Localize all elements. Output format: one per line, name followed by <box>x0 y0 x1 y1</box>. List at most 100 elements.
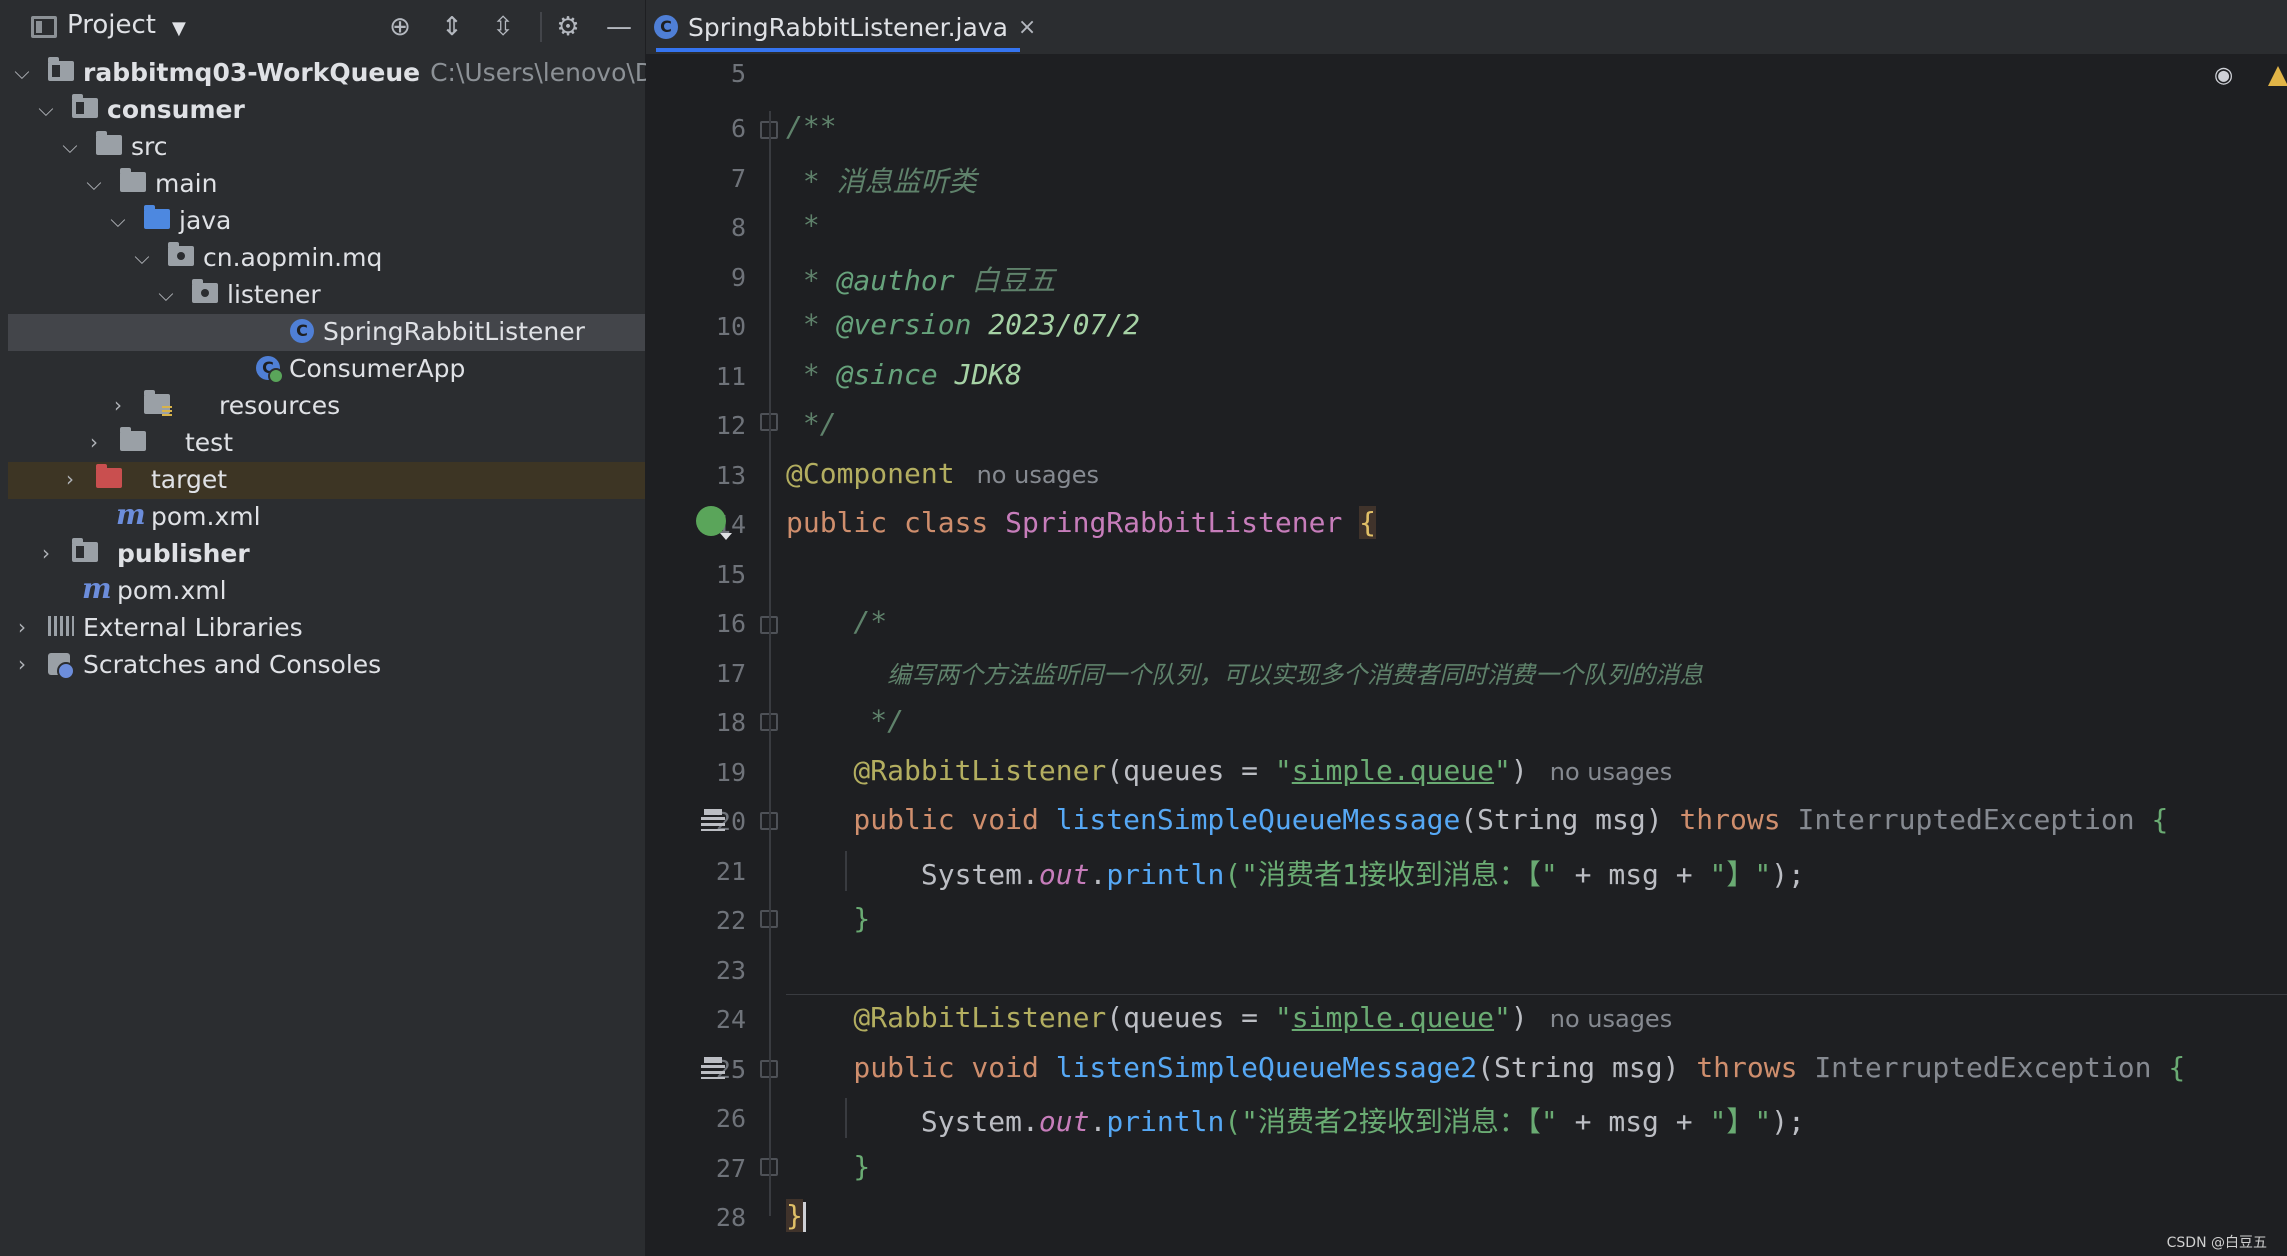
line-number[interactable]: 21 <box>646 857 746 886</box>
chevron-down-icon[interactable]: ⌵ <box>34 94 58 124</box>
line-number[interactable]: 11 <box>646 362 746 391</box>
tree-item-main[interactable]: ⌵ main <box>8 166 645 203</box>
text-cursor <box>802 1202 806 1232</box>
chevron-right-icon[interactable]: › <box>10 612 34 642</box>
code-line-7: * 消息监听类 <box>786 165 977 198</box>
line-number[interactable]: 6 <box>646 114 746 143</box>
line-number[interactable]: 23 <box>646 956 746 985</box>
line-number[interactable]: 16 <box>646 609 746 638</box>
editor-tabbar: C SpringRabbitListener.java × <box>646 0 2287 55</box>
tree-item-label: src <box>131 132 168 161</box>
line-number[interactable]: 22 <box>646 906 746 935</box>
locate-icon[interactable]: ⊕ <box>383 10 417 44</box>
chevron-down-icon[interactable]: ⌵ <box>106 205 130 235</box>
code-line-24: @RabbitListener(queues = "simple.queue")… <box>786 1001 1673 1034</box>
line-number[interactable]: 26 <box>646 1104 746 1133</box>
chevron-right-icon[interactable]: › <box>106 390 130 420</box>
line-number[interactable]: 7 <box>646 164 746 193</box>
tree-item-pom-root[interactable]: m pom.xml <box>8 573 645 610</box>
project-panel-header: Project ▼ ⊕ ⇕ ⇳ ⚙ — <box>0 0 645 54</box>
usage-hint[interactable]: no usages <box>977 461 1099 489</box>
queue-link[interactable]: simple.queue <box>1292 754 1494 787</box>
line-number[interactable]: 28 <box>646 1203 746 1232</box>
tree-item-label: rabbitmq03-WorkQueue <box>83 58 421 87</box>
rabbit-listener-icon[interactable] <box>701 1057 725 1081</box>
chevron-down-icon[interactable]: ▼ <box>172 18 186 39</box>
line-number[interactable]: 20 <box>646 807 746 836</box>
chevron-down-icon[interactable]: ⌵ <box>58 131 82 161</box>
tree-item-test[interactable]: › test <box>8 425 645 462</box>
usage-hint[interactable]: no usages <box>1550 758 1672 786</box>
line-number[interactable]: 9 <box>646 263 746 292</box>
tree-item-java[interactable]: ⌵ java <box>8 203 645 240</box>
warning-icon[interactable] <box>2268 66 2287 86</box>
tree-item-src[interactable]: ⌵ src <box>8 129 645 166</box>
chevron-down-icon[interactable]: ⌵ <box>130 242 154 272</box>
line-number[interactable]: 10 <box>646 312 746 341</box>
indent-guide <box>845 851 847 891</box>
panel-title[interactable]: Project <box>67 10 156 40</box>
line-number[interactable]: 15 <box>646 560 746 589</box>
source-folder-icon <box>144 205 170 229</box>
tree-item-external-libraries[interactable]: › External Libraries <box>8 610 645 647</box>
tree-item-spring-rabbit-listener[interactable]: C SpringRabbitListener <box>8 314 645 351</box>
resources-folder-icon <box>144 390 172 418</box>
line-number[interactable]: 12 <box>646 411 746 440</box>
code-line-13: @Component no usages <box>786 457 1100 490</box>
project-icon <box>31 16 57 38</box>
usage-hint[interactable]: no usages <box>1550 1005 1672 1033</box>
queue-link[interactable]: simple.queue <box>1292 1001 1494 1034</box>
line-number[interactable]: 19 <box>646 758 746 787</box>
rabbit-listener-icon[interactable] <box>701 809 725 833</box>
line-number[interactable]: 24 <box>646 1005 746 1034</box>
code-editor[interactable]: 5 6 7 8 9 10 11 12 13 14 15 16 17 18 19 20 21 22 23 24 25 26 2… <box>646 55 2287 1256</box>
tree-item-target[interactable]: › target <box>8 462 645 499</box>
code-line-20: public void listenSimpleQueueMessage(Str… <box>786 803 2169 836</box>
maven-icon: m <box>116 498 146 531</box>
line-number[interactable]: 25 <box>646 1055 746 1084</box>
gear-icon[interactable]: ⚙ <box>551 10 585 44</box>
chevron-right-icon[interactable]: › <box>82 427 106 457</box>
line-number[interactable]: 27 <box>646 1154 746 1183</box>
tree-item-consumer[interactable]: ⌵ consumer <box>8 92 645 129</box>
collapse-all-icon[interactable]: ⇳ <box>486 10 520 44</box>
tree-item-root[interactable]: ⌵ rabbitmq03-WorkQueue C:\Users\lenovo\De… <box>8 55 697 92</box>
expand-all-icon[interactable]: ⇕ <box>435 10 469 44</box>
line-number[interactable]: 5 <box>646 59 746 88</box>
tree-item-listener[interactable]: ⌵ listener <box>8 277 645 314</box>
indent-guide <box>845 1098 847 1138</box>
reader-mode-icon[interactable]: ◉ <box>2214 65 2240 87</box>
code-line-26: System.out.println("消费者2接收到消息：【" + msg +… <box>786 1105 1805 1138</box>
tree-item-scratches[interactable]: › Scratches and Consoles <box>8 647 645 684</box>
tree-item-package[interactable]: ⌵ cn.aopmin.mq <box>8 240 645 277</box>
chevron-right-icon[interactable]: › <box>58 464 82 494</box>
tree-item-resources[interactable]: › resources <box>8 388 645 425</box>
code-line-18: */ <box>786 704 905 737</box>
tree-item-consumer-app[interactable]: C ConsumerApp <box>8 351 645 388</box>
method-separator <box>786 994 2287 995</box>
tree-item-label: pom.xml <box>151 502 261 531</box>
chevron-right-icon[interactable]: › <box>34 538 58 568</box>
code-line-27: } <box>786 1150 871 1183</box>
line-number[interactable]: 13 <box>646 461 746 490</box>
chevron-down-icon[interactable]: ⌵ <box>10 57 34 87</box>
tree-item-label: test <box>185 428 234 457</box>
module-folder-icon <box>72 538 98 562</box>
tree-item-label: java <box>179 206 232 235</box>
code-line-25: public void listenSimpleQueueMessage2(St… <box>786 1051 2186 1084</box>
tree-item-label: cn.aopmin.mq <box>203 243 383 272</box>
chevron-down-icon[interactable]: ⌵ <box>82 168 106 198</box>
chevron-down-icon[interactable]: ⌵ <box>154 279 178 309</box>
tab-spring-rabbit-listener[interactable]: C SpringRabbitListener.java × <box>654 0 1036 54</box>
line-number[interactable]: 17 <box>646 659 746 688</box>
spring-bean-run-icon[interactable] <box>696 506 732 540</box>
tree-item-publisher[interactable]: › publisher <box>8 536 645 573</box>
close-icon[interactable]: × <box>1018 15 1036 40</box>
minimize-icon[interactable]: — <box>602 10 636 44</box>
tree-item-pom-consumer[interactable]: m pom.xml <box>8 499 645 536</box>
line-number[interactable]: 8 <box>646 213 746 242</box>
chevron-right-icon[interactable]: › <box>10 649 34 679</box>
scratches-icon <box>48 653 75 680</box>
line-number[interactable]: 18 <box>646 708 746 737</box>
excluded-folder-icon <box>96 464 122 488</box>
